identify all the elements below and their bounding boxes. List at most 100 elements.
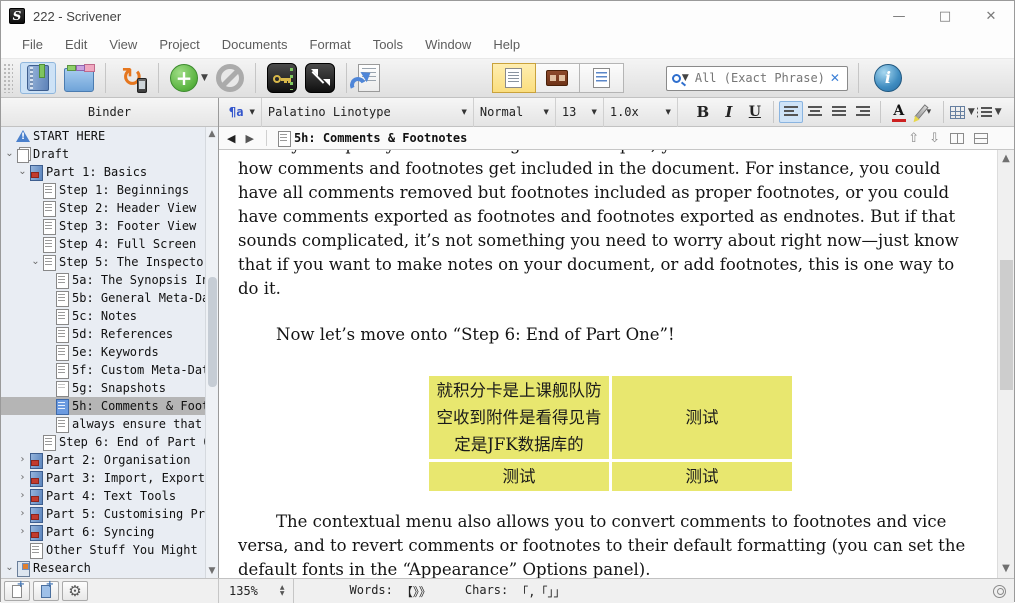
split-vertical-icon[interactable] [950, 133, 964, 144]
binder-item[interactable]: Step 2: Header View [1, 199, 218, 217]
document-view-button[interactable] [492, 63, 536, 93]
document-title[interactable]: 5h: Comments & Footnotes [294, 131, 467, 145]
search-input[interactable] [695, 71, 828, 85]
font-family-dropdown[interactable]: Palatino Linotype▼ [262, 98, 474, 127]
binder-scrollbar[interactable]: ▲ ▼ [205, 127, 218, 578]
nav-back-button[interactable]: ◀ [219, 132, 243, 145]
keywords-button[interactable] [267, 63, 297, 93]
editor-scrollbar[interactable]: ▲ ▼ [997, 150, 1014, 578]
table-menu-button[interactable]: ▼ [950, 100, 975, 124]
maximize-button[interactable]: □ [922, 1, 968, 31]
table-cell[interactable]: 测试 [612, 462, 792, 491]
scroll-down-icon[interactable]: ▼ [998, 562, 1014, 576]
menu-item-tools[interactable]: Tools [362, 31, 414, 58]
menu-item-view[interactable]: View [98, 31, 148, 58]
expander-open-icon[interactable]: ⌄ [3, 559, 16, 577]
binder-settings-button[interactable]: ⚙ [62, 581, 88, 601]
search-box[interactable]: ▼ ✕ [666, 66, 848, 91]
binder-item[interactable]: 5b: General Meta-Data [1, 289, 218, 307]
menu-item-help[interactable]: Help [482, 31, 531, 58]
zoom-stepper[interactable]: ▲▼ [280, 585, 285, 597]
editor-text-area[interactable]: When you export your draft using File > … [219, 150, 997, 578]
binder-item[interactable]: 5e: Keywords [1, 343, 218, 361]
style-dropdown[interactable]: ¶a▼ [219, 98, 262, 127]
binder-item[interactable]: ›Part 6: Syncing [1, 523, 218, 541]
expander-closed-icon[interactable]: › [16, 469, 29, 487]
scroll-up-icon[interactable]: ▲ [998, 152, 1014, 166]
expander-open-icon[interactable]: ⌄ [16, 163, 29, 181]
binder-item[interactable]: START HERE [1, 127, 218, 145]
menu-item-file[interactable]: File [11, 31, 54, 58]
menu-item-window[interactable]: Window [414, 31, 482, 58]
binder-item[interactable]: Step 1: Beginnings [1, 181, 218, 199]
go-down-icon[interactable]: ⇩ [929, 131, 940, 146]
binder-item[interactable]: ⌄Draft [1, 145, 218, 163]
scroll-down-icon[interactable]: ▼ [206, 565, 218, 577]
nav-forward-button[interactable]: ▶ [243, 132, 261, 145]
binder-item[interactable]: 5g: Snapshots [1, 379, 218, 397]
font-preset-dropdown[interactable]: Normal▼ [474, 98, 556, 127]
line-spacing-dropdown[interactable]: 1.0x▼ [604, 98, 678, 127]
binder-item[interactable]: 5h: Comments & Footno··· [1, 397, 218, 415]
text-color-button[interactable]: A [887, 100, 911, 124]
binder-item[interactable]: Step 4: Full Screen [1, 235, 218, 253]
expander-closed-icon[interactable]: › [16, 487, 29, 505]
bold-button[interactable]: B [691, 100, 715, 124]
binder-item[interactable]: 5d: References [1, 325, 218, 343]
add-folder-button[interactable] [33, 581, 59, 601]
zoom-control[interactable]: 135% ▲▼ [219, 579, 294, 603]
expander-open-icon[interactable]: ⌄ [29, 253, 42, 271]
underline-button[interactable]: U [743, 100, 767, 124]
sync-button[interactable]: ↻ [117, 63, 147, 93]
inspector-info-button[interactable]: i [874, 64, 902, 92]
compose-mode-button[interactable] [305, 63, 335, 93]
highlight-button[interactable]: ▾ [913, 100, 937, 124]
expander-closed-icon[interactable]: › [16, 523, 29, 541]
align-center-button[interactable] [803, 101, 827, 123]
outliner-view-button[interactable] [580, 63, 624, 93]
binder-item[interactable]: ›Part 5: Customising Proj··· [1, 505, 218, 523]
align-left-button[interactable] [779, 101, 803, 123]
close-button[interactable]: ✕ [968, 1, 1014, 31]
scroll-up-icon[interactable]: ▲ [206, 128, 218, 140]
add-dropdown-caret[interactable]: ▼ [201, 73, 208, 83]
expander-open-icon[interactable]: ⌄ [3, 145, 16, 163]
binder-item[interactable]: ⌄Part 1: Basics [1, 163, 218, 181]
expander-closed-icon[interactable]: › [16, 505, 29, 523]
minimize-button[interactable]: — [876, 1, 922, 31]
binder-item[interactable]: always ensure that th··· [1, 415, 218, 433]
collections-button[interactable] [64, 64, 94, 92]
expander-closed-icon[interactable]: › [16, 451, 29, 469]
binder-item[interactable]: 5f: Custom Meta-Data [1, 361, 218, 379]
italic-button[interactable]: I [717, 100, 741, 124]
add-item-button[interactable]: + ▼ [170, 64, 208, 92]
binder-item[interactable]: ›Part 3: Import, Export a··· [1, 469, 218, 487]
highlighted-table[interactable]: 就积分卡是上课舰队防空收到附件是看得见肯定是JFK数据库的测试测试测试 [426, 373, 795, 494]
menu-item-format[interactable]: Format [299, 31, 362, 58]
binder-scrollbar-thumb[interactable] [208, 277, 217, 387]
search-clear-icon[interactable]: ✕ [828, 71, 842, 85]
menu-item-project[interactable]: Project [148, 31, 210, 58]
binder-item[interactable]: 5a: The Synopsis Inde··· [1, 271, 218, 289]
binder-item[interactable]: ⌄Step 5: The Inspector [1, 253, 218, 271]
menu-item-edit[interactable]: Edit [54, 31, 98, 58]
menu-item-documents[interactable]: Documents [211, 31, 299, 58]
binder-item[interactable]: Step 6: End of Part One [1, 433, 218, 451]
trash-button[interactable] [216, 64, 244, 92]
compile-button[interactable] [358, 64, 380, 92]
add-document-button[interactable] [4, 581, 30, 601]
align-right-button[interactable] [851, 101, 875, 123]
editor-scrollbar-thumb[interactable] [1000, 260, 1013, 390]
binder-item[interactable]: Other Stuff You Might Wa··· [1, 541, 218, 559]
document-icon[interactable] [277, 131, 288, 145]
binder-item[interactable]: ›Part 4: Text Tools [1, 487, 218, 505]
go-up-icon[interactable]: ⇧ [908, 131, 919, 146]
table-cell[interactable]: 测试 [612, 376, 792, 459]
binder-item[interactable]: Step 3: Footer View [1, 217, 218, 235]
list-menu-button[interactable]: ▼ [977, 100, 1002, 124]
binder-item[interactable]: ›Part 2: Organisation [1, 451, 218, 469]
align-justify-button[interactable] [827, 101, 851, 123]
binder-item[interactable]: 5c: Notes [1, 307, 218, 325]
binder-item[interactable]: ⌄Research [1, 559, 218, 577]
split-horizontal-icon[interactable] [974, 133, 988, 144]
